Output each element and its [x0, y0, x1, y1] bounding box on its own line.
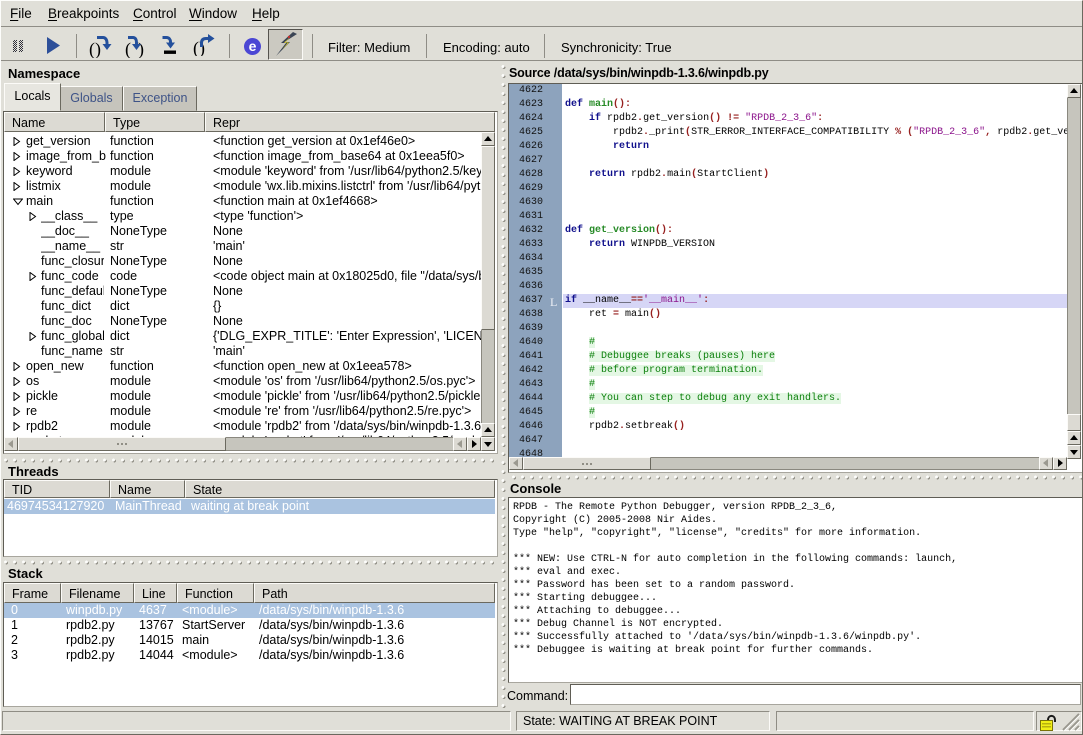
svg-text:): ): [138, 39, 144, 58]
svg-text:(: (: [125, 39, 131, 58]
svg-text:(): (): [89, 39, 101, 58]
